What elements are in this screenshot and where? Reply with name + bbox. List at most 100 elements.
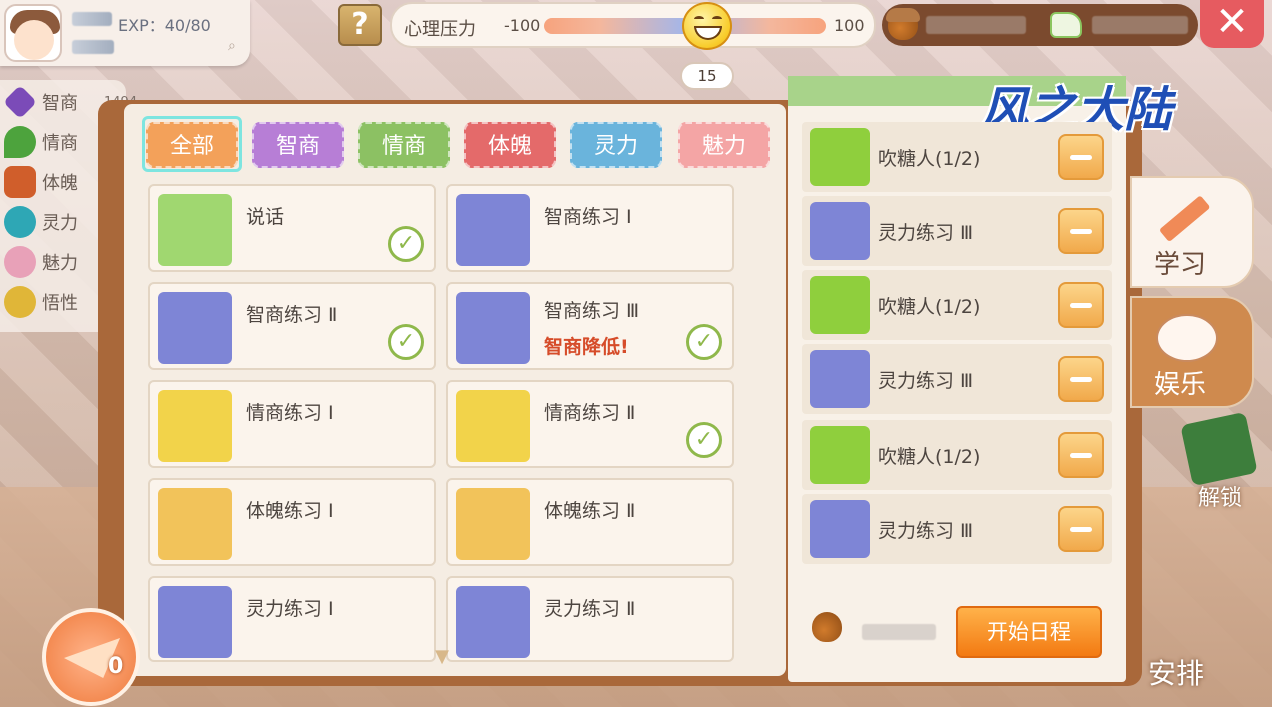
remove-button[interactable] (1058, 282, 1104, 328)
lightbulb-icon (158, 292, 232, 364)
schedule-slot[interactable]: 灵力练习 Ⅲ (802, 344, 1112, 414)
schedule-slot[interactable]: 灵力练习 Ⅲ (802, 196, 1112, 266)
schedule-slot[interactable]: 吹糖人(1/2) (802, 420, 1112, 490)
arrow-up-icon (810, 276, 870, 334)
orange-block-icon (4, 166, 36, 198)
activity-card[interactable]: 灵力练习 Ⅱ (446, 576, 734, 662)
schedule-slot[interactable]: 吹糖人(1/2) (802, 122, 1112, 192)
stress-max: 100 (834, 16, 865, 35)
exp-label: EXP：40/80 (118, 16, 211, 35)
close-button[interactable]: ✕ (1200, 0, 1264, 48)
player-id-blurred (72, 40, 114, 54)
activity-card[interactable]: 说话 ✓ (148, 184, 436, 272)
checkmark-icon: ✓ (388, 324, 424, 360)
stat-label: 灵力 (42, 213, 78, 234)
arrow-up-icon (810, 426, 870, 484)
stat-label: 智商 (42, 93, 78, 114)
schedule-item-name: 吹糖人(1/2) (878, 148, 981, 170)
checkmark-icon: ✓ (686, 324, 722, 360)
bear-icon (1156, 314, 1218, 362)
start-schedule-button[interactable]: 开始日程 (956, 606, 1102, 658)
tab-study[interactable]: 学习 (1130, 176, 1254, 288)
spiral-icon (158, 586, 232, 658)
green-heart-icon (4, 126, 36, 158)
stat-label: 情商 (42, 133, 78, 154)
spiral-icon (810, 500, 870, 558)
pink-flower-icon (4, 246, 36, 278)
activity-card[interactable]: 智商练习 Ⅰ (446, 184, 734, 272)
smiley-eye (712, 16, 722, 22)
remove-button[interactable] (1058, 356, 1104, 402)
tab-study-label: 学习 (1154, 250, 1207, 280)
acorn-amount-blurred (926, 16, 1026, 34)
tab-intelligence[interactable]: 智商 (252, 122, 344, 168)
lightbulb-icon (456, 194, 530, 266)
smiley-eye (694, 16, 704, 22)
dumbbell-icon (158, 488, 232, 560)
spiral-icon (456, 586, 530, 658)
activity-card[interactable]: 情商练习 Ⅰ (148, 380, 436, 468)
stat-label: 悟性 (42, 293, 78, 314)
tab-entertainment[interactable]: 娱乐 (1130, 296, 1254, 408)
girl-icon (158, 194, 232, 266)
currency-bar (882, 4, 1198, 46)
chevron-down-icon[interactable]: ▼ (424, 646, 460, 667)
tab-eq[interactable]: 情商 (358, 122, 450, 168)
activity-name: 情商练习 Ⅱ (544, 402, 636, 424)
schedule-slot[interactable]: 灵力练习 Ⅲ (802, 494, 1112, 564)
activity-card[interactable]: 体魄练习 Ⅰ (148, 478, 436, 566)
activity-card[interactable]: 情商练习 Ⅱ ✓ (446, 380, 734, 468)
activity-name: 体魄练习 Ⅰ (246, 500, 334, 522)
activity-name: 体魄练习 Ⅱ (544, 500, 636, 522)
player-panel[interactable]: EXP：40/80 ⌕ (0, 0, 250, 66)
remove-button[interactable] (1058, 208, 1104, 254)
boot-amount-blurred (1092, 16, 1188, 34)
stat-label: 体魄 (42, 173, 78, 194)
remove-button[interactable] (1058, 134, 1104, 180)
smiley-mouth (694, 26, 722, 40)
purple-gem-icon (3, 85, 37, 119)
checkmark-icon: ✓ (388, 226, 424, 262)
activity-name: 灵力练习 Ⅰ (246, 598, 334, 620)
tab-charm[interactable]: 魅力 (678, 122, 770, 168)
schedule-slot[interactable]: 吹糖人(1/2) (802, 270, 1112, 340)
winged-boot-icon (1050, 12, 1082, 38)
help-button[interactable]: ? (338, 4, 382, 46)
schedule-item-name: 灵力练习 Ⅲ (878, 222, 974, 244)
pencil-icon (1158, 195, 1211, 243)
stat-label: 魅力 (42, 253, 78, 274)
tab-all[interactable]: 全部 (146, 122, 238, 168)
activity-name: 说话 (246, 206, 285, 228)
activity-card[interactable]: 智商练习 Ⅱ ✓ (148, 282, 436, 370)
cost-amount-blurred (862, 624, 936, 640)
mail-count: 0 (108, 654, 124, 679)
activity-card[interactable]: 体魄练习 Ⅱ (446, 478, 734, 566)
arrange-label: 安排 (1148, 657, 1205, 690)
activity-card[interactable]: 智商练习 Ⅲ 智商降低! ✓ (446, 282, 734, 370)
activity-name: 灵力练习 Ⅱ (544, 598, 636, 620)
eq-heart-icon (158, 390, 232, 462)
mail-button[interactable] (42, 608, 140, 706)
arrow-up-icon (810, 128, 870, 186)
activity-name: 情商练习 Ⅰ (246, 402, 334, 424)
activity-card[interactable]: 灵力练习 Ⅰ (148, 576, 436, 662)
avatar[interactable] (4, 4, 62, 62)
stress-value: 15 (680, 62, 734, 90)
tab-entertainment-label: 娱乐 (1154, 370, 1207, 400)
dumbbell-icon (456, 488, 530, 560)
tab-physique[interactable]: 体魄 (464, 122, 556, 168)
schedule-item-name: 灵力练习 Ⅲ (878, 520, 974, 542)
smiley-face-icon (682, 2, 732, 50)
remove-button[interactable] (1058, 506, 1104, 552)
acorn-cap (886, 8, 920, 22)
remove-button[interactable] (1058, 432, 1104, 478)
search-icon[interactable]: ⌕ (228, 38, 236, 54)
lightbulb-icon (456, 292, 530, 364)
activity-name: 智商练习 Ⅰ (544, 206, 632, 228)
spiral-icon (810, 202, 870, 260)
avatar-face (14, 20, 54, 60)
tab-spirit[interactable]: 灵力 (570, 122, 662, 168)
spiral-icon (810, 350, 870, 408)
checkmark-icon: ✓ (686, 422, 722, 458)
schedule-item-name: 灵力练习 Ⅲ (878, 370, 974, 392)
